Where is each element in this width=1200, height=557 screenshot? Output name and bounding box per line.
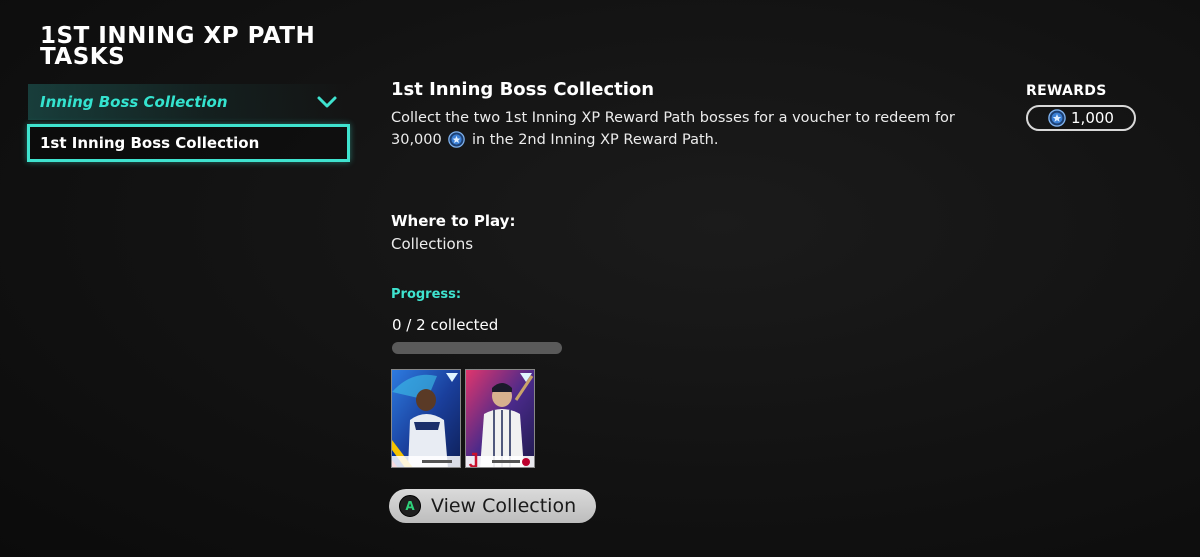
task-description: Collect the two 1st Inning XP Reward Pat… <box>391 107 991 151</box>
reward-amount: 1,000 <box>1071 109 1114 127</box>
progress-text: 0 / 2 collected <box>392 316 499 334</box>
flag-disc <box>522 458 530 466</box>
page-title: 1ST INNING XP PATH TASKS <box>40 23 316 70</box>
a-button-icon: A <box>399 495 421 517</box>
task-description-text-end: in the 2nd Inning XP Reward Path. <box>471 132 719 148</box>
stubs-icon <box>448 131 466 148</box>
task-title: 1st Inning Boss Collection <box>391 79 655 100</box>
reward-stubs-badge: 1,000 <box>1026 105 1136 131</box>
where-to-play-title: Where to Play: <box>391 212 516 230</box>
progress-bar <box>392 342 562 354</box>
category-label: Inning Boss Collection <box>40 93 228 111</box>
where-to-play-value: Collections <box>391 235 474 253</box>
sidebar-item-label: 1st Inning Boss Collection <box>40 134 260 152</box>
rewards-title: REWARDS <box>1026 83 1107 99</box>
player-card-2[interactable] <box>465 369 535 468</box>
boss-cards <box>391 369 535 468</box>
sidebar-item-1st-inning-boss-collection[interactable]: 1st Inning Boss Collection <box>27 124 350 162</box>
view-collection-button[interactable]: A View Collection <box>389 489 596 523</box>
stubs-icon <box>1048 109 1066 127</box>
category-inning-boss-collection[interactable]: Inning Boss Collection <box>28 84 350 120</box>
player-card-1[interactable] <box>391 369 461 468</box>
chevron-down-icon <box>317 96 337 108</box>
view-collection-label: View Collection <box>431 495 577 517</box>
progress-title: Progress: <box>391 287 462 302</box>
